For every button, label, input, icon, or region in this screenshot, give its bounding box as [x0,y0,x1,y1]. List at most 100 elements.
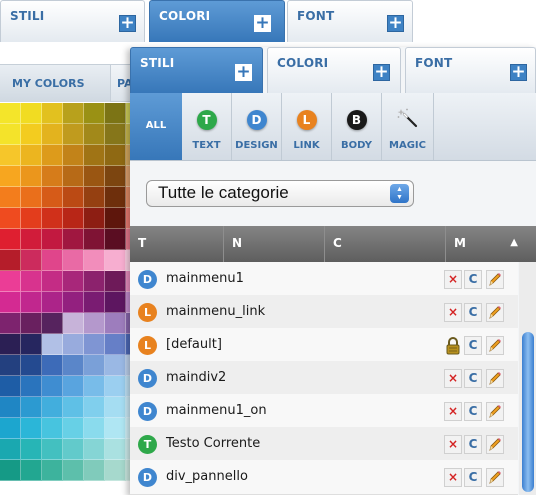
color-swatch[interactable] [42,187,63,208]
color-swatch[interactable] [42,355,63,376]
color-swatch[interactable] [84,166,105,187]
plus-icon[interactable]: + [119,15,136,32]
color-swatch[interactable] [63,418,84,439]
color-swatch[interactable] [21,166,42,187]
color-swatch[interactable] [63,103,84,124]
color-swatch[interactable] [21,229,42,250]
pencil-icon[interactable] [486,303,504,322]
color-swatch[interactable] [42,292,63,313]
color-swatch[interactable] [105,418,126,439]
column-header-category[interactable]: C [325,226,446,262]
filter-body[interactable]: B BODY [332,93,382,160]
color-swatch[interactable] [0,397,21,418]
color-swatch[interactable] [0,376,21,397]
color-swatch[interactable] [63,166,84,187]
color-swatch[interactable] [42,124,63,145]
style-row[interactable]: L [default] C [130,328,518,363]
filter-link[interactable]: L LINK [282,93,332,160]
style-row[interactable]: Ddiv_pannello × C [130,460,518,495]
color-swatch[interactable] [21,334,42,355]
plus-icon[interactable]: + [387,15,404,32]
color-swatch[interactable] [105,103,126,124]
delete-icon[interactable]: × [444,402,462,421]
filter-design[interactable]: D DESIGN [232,93,282,160]
color-swatch[interactable] [84,103,105,124]
color-swatch[interactable] [84,145,105,166]
pencil-icon[interactable] [486,270,504,289]
color-swatch[interactable] [84,187,105,208]
color-swatch[interactable] [63,292,84,313]
plus-icon[interactable]: + [254,15,271,32]
color-swatch[interactable] [42,460,63,481]
color-swatch[interactable] [42,376,63,397]
color-swatch[interactable] [0,460,21,481]
color-swatch[interactable] [84,418,105,439]
color-swatch[interactable] [84,313,105,334]
column-header-type[interactable]: T [130,226,224,262]
color-swatch[interactable] [42,250,63,271]
subtab-my-colors[interactable]: MY COLORS [0,65,110,102]
pencil-icon[interactable] [486,402,504,421]
color-swatch[interactable] [105,208,126,229]
color-swatch[interactable] [63,229,84,250]
color-swatch[interactable] [84,334,105,355]
column-header-name[interactable]: N [224,226,325,262]
color-swatch[interactable] [42,145,63,166]
color-swatch[interactable] [84,460,105,481]
color-swatch[interactable] [63,208,84,229]
color-swatch[interactable] [84,355,105,376]
style-row[interactable]: Dmaindiv2 × C [130,361,518,396]
color-swatch[interactable] [105,439,126,460]
tab-stili[interactable]: STILI + [130,47,263,93]
color-swatch[interactable] [21,418,42,439]
pencil-icon[interactable] [486,435,504,454]
category-select[interactable]: Tutte le categorie ▲ ▼ [146,180,414,207]
delete-icon[interactable]: × [444,468,462,487]
style-row[interactable]: Lmainmenu_link × C [130,295,518,330]
color-swatch[interactable] [105,124,126,145]
color-swatch[interactable] [63,187,84,208]
plus-icon[interactable]: + [373,64,390,81]
color-swatch[interactable] [0,145,21,166]
plus-icon[interactable]: + [510,64,527,81]
color-swatch[interactable] [105,334,126,355]
color-swatch[interactable] [21,397,42,418]
color-swatch[interactable] [21,271,42,292]
color-swatch[interactable] [21,145,42,166]
color-swatch[interactable] [42,313,63,334]
copy-icon[interactable]: C [464,303,482,322]
color-swatch[interactable] [63,460,84,481]
color-swatch[interactable] [42,418,63,439]
color-swatch[interactable] [105,313,126,334]
color-swatch[interactable] [42,208,63,229]
color-swatch[interactable] [105,292,126,313]
color-swatch[interactable] [21,187,42,208]
tab-colori[interactable]: COLORI + [267,47,401,93]
color-swatch[interactable] [63,145,84,166]
color-swatch[interactable] [105,187,126,208]
back-tab-colori[interactable]: COLORI + [149,0,285,42]
color-swatch[interactable] [0,355,21,376]
color-swatch[interactable] [84,229,105,250]
color-swatch[interactable] [0,229,21,250]
color-swatch[interactable] [42,229,63,250]
color-swatch[interactable] [105,145,126,166]
color-swatch[interactable] [21,439,42,460]
color-swatch[interactable] [63,334,84,355]
color-swatch[interactable] [0,103,21,124]
color-swatch[interactable] [84,292,105,313]
color-swatch[interactable] [42,271,63,292]
back-tab-stili[interactable]: STILI + [0,0,145,42]
color-swatch[interactable] [42,334,63,355]
pencil-icon[interactable] [486,336,504,355]
color-swatch[interactable] [105,355,126,376]
color-swatch[interactable] [0,418,21,439]
delete-icon[interactable]: × [444,270,462,289]
color-swatch[interactable] [0,334,21,355]
color-swatch[interactable] [21,124,42,145]
color-swatch[interactable] [63,124,84,145]
color-swatch[interactable] [42,103,63,124]
delete-icon[interactable]: × [444,369,462,388]
color-swatch[interactable] [105,229,126,250]
color-swatch[interactable] [63,271,84,292]
